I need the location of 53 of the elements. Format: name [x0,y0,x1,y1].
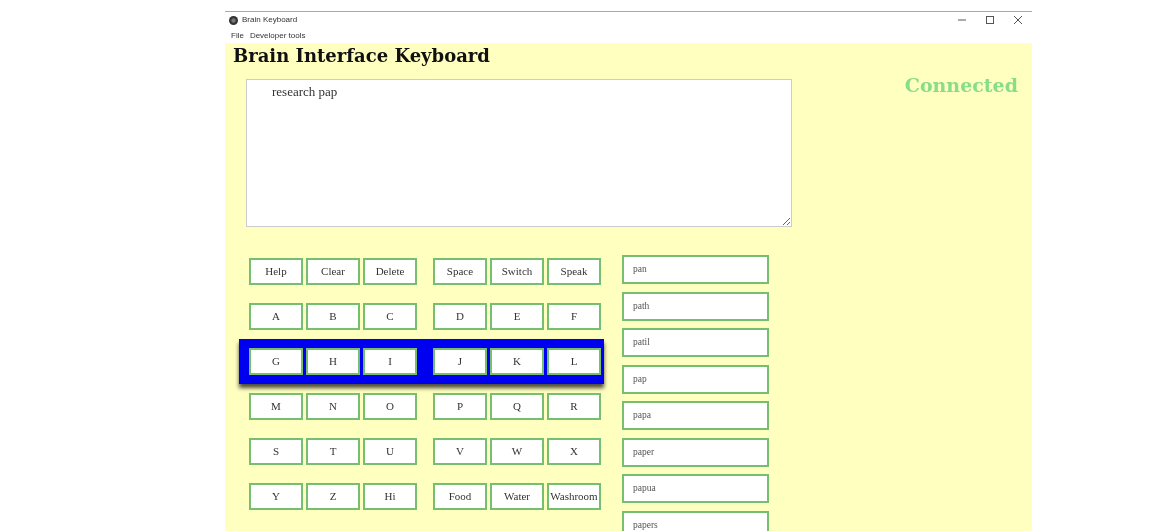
key-button[interactable]: D [433,303,487,330]
key-button[interactable]: I [363,348,417,375]
suggestion-button[interactable]: paper [622,437,769,467]
close-icon[interactable] [1014,16,1022,25]
key-button[interactable]: S [249,438,303,465]
key-button[interactable]: Z [306,483,360,510]
key-button[interactable]: Hi [363,483,417,510]
text-area[interactable]: research pap [246,79,792,227]
key-button[interactable]: Help [249,258,303,285]
key-button[interactable]: Q [490,393,544,420]
key-button[interactable]: O [363,393,417,420]
connection-status: Connected [904,73,1018,98]
window-title: Brain Keyboard [242,14,298,26]
key-button[interactable]: J [433,348,487,375]
menu-item[interactable]: File [228,29,247,42]
key-button[interactable]: Y [249,483,303,510]
key-button[interactable]: Delete [363,258,417,285]
key-button[interactable]: Clear [306,258,360,285]
suggestion-button[interactable]: pap [622,364,769,394]
app-heading: Brain Interface Keyboard [232,44,491,68]
key-button[interactable]: W [490,438,544,465]
key-button[interactable]: G [249,348,303,375]
key-button[interactable]: K [490,348,544,375]
key-button[interactable]: Washroom [547,483,601,510]
key-button[interactable]: T [306,438,360,465]
key-button[interactable]: P [433,393,487,420]
suggestion-button[interactable]: papers [622,510,769,531]
key-button[interactable]: E [490,303,544,330]
suggestion-button[interactable]: papa [622,401,769,430]
key-button[interactable]: U [363,438,417,465]
key-button[interactable]: V [433,438,487,465]
maximize-icon[interactable] [986,16,994,25]
key-button[interactable]: Space [433,258,487,285]
app-icon [229,15,238,25]
key-button[interactable]: Water [490,483,544,510]
key-button[interactable]: Speak [547,258,601,285]
key-button[interactable]: L [547,348,601,375]
key-button[interactable]: M [249,393,303,420]
key-button[interactable]: B [306,303,360,330]
key-button[interactable]: A [249,303,303,330]
menu-item[interactable]: Developer tools [246,29,309,42]
key-button[interactable]: R [547,393,601,420]
suggestion-button[interactable]: pan [622,255,769,284]
suggestion-button[interactable]: patil [622,328,769,357]
key-button[interactable]: F [547,303,601,330]
suggestion-button[interactable]: path [622,291,769,321]
suggestion-button[interactable]: papua [622,474,769,503]
key-button[interactable]: Switch [490,258,544,285]
key-button[interactable]: N [306,393,360,420]
key-button[interactable]: Food [433,483,487,510]
key-button[interactable]: C [363,303,417,330]
key-button[interactable]: H [306,348,360,375]
key-button[interactable]: X [547,438,601,465]
